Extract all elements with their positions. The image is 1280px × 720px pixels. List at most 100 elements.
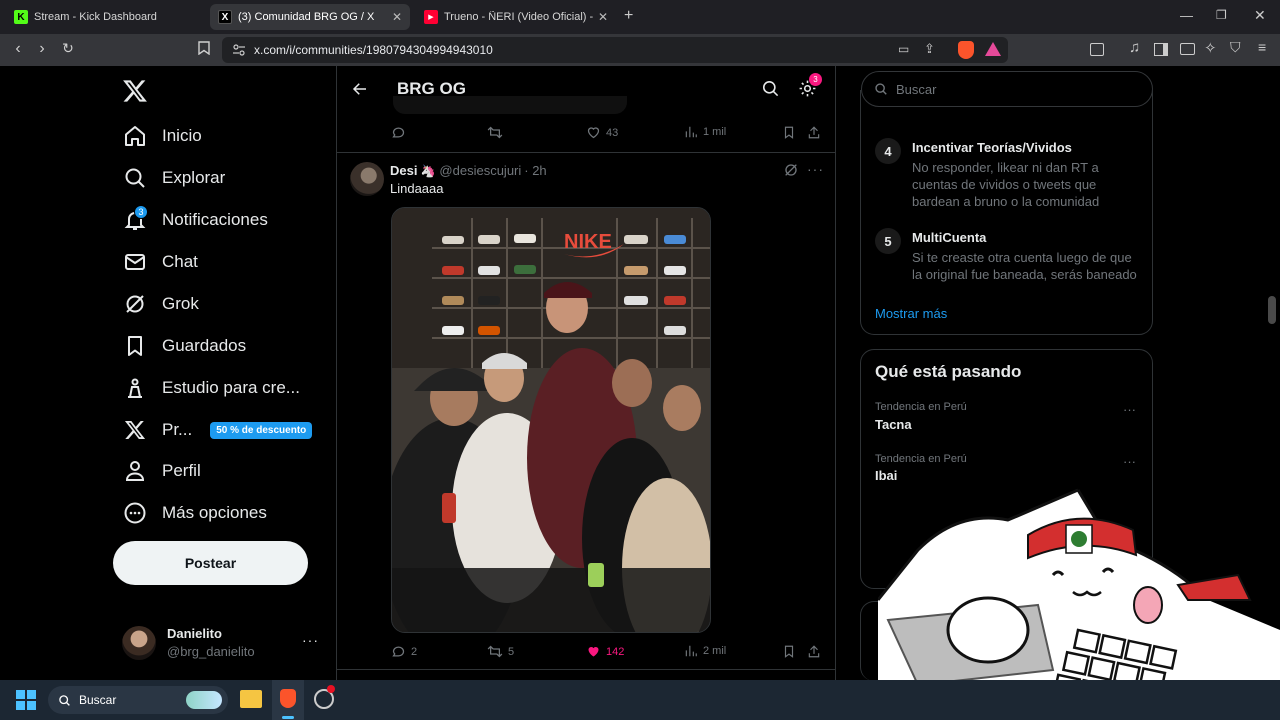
- more-icon: ···: [302, 632, 319, 648]
- reply-button[interactable]: [391, 125, 411, 140]
- like-button[interactable]: 142: [586, 644, 624, 659]
- screenshot-icon[interactable]: [1090, 43, 1104, 56]
- sidebar-item-chat[interactable]: Chat: [122, 242, 198, 282]
- repost-button[interactable]: 5: [487, 644, 514, 659]
- file-explorer-icon[interactable]: [240, 690, 262, 708]
- sidebar-item-inicio[interactable]: Inicio: [122, 116, 202, 156]
- bookmark-button[interactable]: [782, 125, 801, 140]
- forward-icon[interactable]: ›: [32, 40, 52, 58]
- brave-rewards-icon[interactable]: [985, 42, 1001, 56]
- post-image[interactable]: NIKE: [391, 207, 711, 633]
- bookmark-icon: [784, 645, 794, 658]
- views-button[interactable]: 2 mil: [684, 644, 726, 658]
- rule-description: No responder, likear ni dan RT a cuentas…: [912, 160, 1100, 209]
- tab-title: (3) Comunidad BRG OG / X: [238, 11, 375, 23]
- person-icon: [122, 458, 148, 484]
- close-tab-icon[interactable]: ✕: [598, 10, 608, 24]
- sidebar-item-explorar[interactable]: Explorar: [122, 158, 225, 198]
- trend-more-icon[interactable]: ···: [1123, 402, 1136, 417]
- discount-badge: 50 % de descuento: [210, 421, 313, 439]
- bell-icon: 3: [122, 205, 148, 233]
- account-switcher[interactable]: Danielito @brg_danielito ···: [122, 626, 322, 662]
- search-icon[interactable]: [761, 79, 780, 103]
- heart-icon: [587, 127, 600, 139]
- divider: [337, 152, 835, 153]
- x-premium-icon: [122, 417, 148, 443]
- bookmark-page-icon[interactable]: [194, 41, 214, 58]
- reply-count: 2: [411, 645, 418, 658]
- restore-icon[interactable]: ❐: [1216, 8, 1227, 22]
- post-handle[interactable]: @desiescujuri: [439, 163, 521, 178]
- reload-icon[interactable]: ↻: [58, 40, 78, 57]
- grok-explain-icon[interactable]: [783, 162, 799, 183]
- tab-youtube[interactable]: ▶ Trueno - ÑERI (Video Oficial) - Yo ✕: [416, 4, 616, 30]
- x-logo-icon[interactable]: [122, 78, 148, 109]
- reply-icon: [392, 127, 405, 138]
- browser-tab-bar: K Stream - Kick Dashboard X (3) Comunida…: [0, 0, 1280, 34]
- wallet-icon[interactable]: [1180, 43, 1195, 55]
- post-button[interactable]: Postear: [113, 541, 308, 585]
- taskbar-brave-active[interactable]: [272, 680, 304, 720]
- account-name: Danielito: [167, 626, 222, 641]
- share-icon[interactable]: ⇪: [924, 41, 935, 57]
- back-icon[interactable]: ‹: [8, 40, 28, 58]
- minimize-icon[interactable]: —: [1180, 8, 1193, 23]
- settings-gear-icon[interactable]: 3: [798, 73, 822, 103]
- menu-icon[interactable]: ≡: [1258, 39, 1266, 55]
- sidebar-item-label: Más opciones: [162, 503, 267, 522]
- share-button[interactable]: [807, 644, 826, 659]
- tab-kick[interactable]: K Stream - Kick Dashboard: [6, 4, 206, 30]
- windows-start-icon[interactable]: [16, 690, 36, 710]
- like-button[interactable]: 43: [586, 125, 618, 140]
- sidebar-item-label: Guardados: [162, 336, 247, 355]
- post-time[interactable]: · 2h: [524, 163, 546, 178]
- home-icon: [122, 123, 148, 149]
- reply-button[interactable]: 2: [391, 644, 417, 659]
- share-button[interactable]: [807, 125, 826, 140]
- sidebar-item-label: Notificaciones: [162, 210, 268, 229]
- rule-number: 4: [875, 138, 901, 164]
- leo-ai-icon[interactable]: ✧: [1204, 39, 1217, 57]
- site-info-icon[interactable]: [232, 43, 246, 60]
- tab-x-community[interactable]: X (3) Comunidad BRG OG / X ✕: [210, 4, 410, 30]
- sidebar-item-label: Perfil: [162, 461, 201, 480]
- close-tab-icon[interactable]: ✕: [392, 10, 402, 24]
- brave-icon: [280, 689, 296, 708]
- new-tab-icon[interactable]: +: [624, 7, 633, 25]
- sidebar-item-mas-opciones[interactable]: Más opciones: [122, 493, 267, 533]
- sidebar-item-notificaciones[interactable]: 3 Notificaciones: [122, 200, 268, 240]
- sidebar-item-grok[interactable]: Grok: [122, 284, 199, 324]
- address-field[interactable]: x.com/i/communities/1980794304994943010 …: [222, 37, 1008, 63]
- divider: [337, 669, 835, 670]
- post-more-icon[interactable]: ···: [807, 161, 824, 177]
- cast-icon[interactable]: ▭: [898, 42, 909, 56]
- vpn-shield-icon[interactable]: ⛉: [1230, 39, 1241, 56]
- sidebar-item-label: Explorar: [162, 168, 226, 187]
- sidebar-item-estudio[interactable]: Estudio para cre...: [122, 368, 300, 408]
- scrollbar-thumb[interactable]: [1268, 296, 1276, 324]
- post-header: Desi 🦄 @desiescujuri · 2h: [390, 163, 547, 178]
- bookmark-button[interactable]: [782, 644, 801, 659]
- sidebar-item-premium[interactable]: Pr... 50 % de descuento: [122, 410, 313, 450]
- sidebar-toggle-icon[interactable]: [1154, 43, 1168, 56]
- repost-button[interactable]: [487, 125, 508, 140]
- obs-icon[interactable]: [314, 685, 335, 709]
- search-icon: [122, 165, 148, 191]
- trend-name[interactable]: Tacna: [875, 417, 912, 432]
- back-arrow-icon[interactable]: [351, 80, 369, 103]
- brave-shields-icon[interactable]: [958, 41, 974, 59]
- trend-more-icon[interactable]: ···: [1123, 454, 1136, 469]
- creator-studio-icon: [122, 375, 148, 401]
- nike-sign: NIKE: [564, 231, 612, 253]
- views-button[interactable]: 1 mil: [684, 125, 726, 139]
- sidebar-item-perfil[interactable]: Perfil: [122, 451, 201, 491]
- show-more-link[interactable]: Mostrar más: [875, 306, 947, 321]
- music-icon[interactable]: ♫: [1129, 39, 1140, 56]
- taskbar-search-placeholder: Buscar: [79, 693, 117, 707]
- post-avatar[interactable]: [350, 162, 384, 196]
- kick-icon: K: [14, 10, 28, 24]
- sidebar-item-guardados[interactable]: Guardados: [122, 326, 246, 366]
- close-window-icon[interactable]: ✕: [1254, 7, 1266, 24]
- post-author[interactable]: Desi: [390, 163, 417, 178]
- taskbar-search[interactable]: Buscar: [48, 686, 228, 714]
